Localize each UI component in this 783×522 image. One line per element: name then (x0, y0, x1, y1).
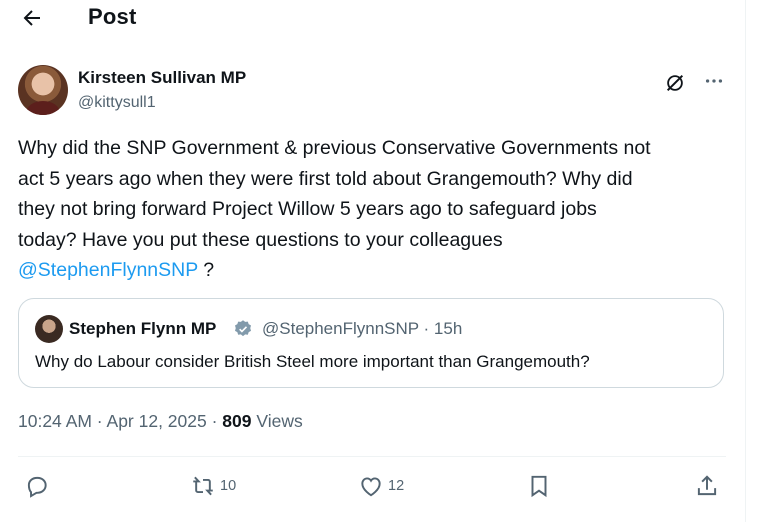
post-text-line: they not bring forward Project Willow 5 … (18, 198, 597, 220)
mention-link[interactable]: @StephenFlynnSNP (18, 259, 198, 281)
quote-author-name[interactable]: Stephen Flynn MP (69, 319, 216, 339)
quote-text: Why do Labour consider British Steel mor… (35, 352, 590, 371)
page-header: Post (0, 0, 745, 36)
retweet-icon (193, 476, 213, 496)
author-name[interactable]: Kirsteen Sullivan MP (78, 68, 246, 88)
post-column: Post Kirsteen Sullivan MP @kittysull1 Wh… (0, 0, 746, 522)
like-button[interactable]: 12 (358, 472, 404, 500)
bookmark-icon (531, 475, 547, 498)
views-label: Views (251, 411, 303, 431)
retweet-button[interactable]: 10 (190, 472, 236, 500)
share-button[interactable] (694, 472, 720, 500)
divider (18, 456, 726, 457)
bookmark-button[interactable] (526, 472, 552, 500)
author-handle[interactable]: @kittysull1 (78, 94, 156, 112)
grok-icon[interactable] (664, 72, 686, 94)
back-arrow-icon[interactable] (20, 6, 44, 30)
verified-badge-icon (235, 320, 251, 337)
like-count: 12 (388, 478, 405, 494)
post-text-line-last: @StephenFlynnSNP ? (18, 255, 733, 286)
avatar[interactable] (18, 65, 68, 115)
quote-avatar[interactable] (35, 315, 63, 343)
timestamp[interactable]: 10:24 AM · Apr 12, 2025 · (18, 411, 222, 431)
post-text-line: act 5 years ago when they were first tol… (18, 167, 633, 190)
post-text-line: today? Have you put these questions to y… (18, 228, 503, 251)
reply-button[interactable] (24, 472, 50, 500)
quote-handle-time: @StephenFlynnSNP · 15h (262, 319, 463, 338)
post-text: Why did the SNP Government & previous Co… (18, 133, 733, 286)
post-text-line: Why did the SNP Government & previous Co… (18, 137, 651, 159)
more-icon[interactable] (703, 70, 725, 92)
page-title: Post (88, 4, 137, 29)
retweet-count: 10 (220, 478, 237, 494)
reply-icon (27, 476, 47, 498)
views-count: 809 (222, 411, 252, 431)
like-icon (361, 477, 381, 497)
quoted-post[interactable]: Stephen Flynn MP @StephenFlynnSNP · 15h … (18, 298, 724, 388)
post-text-tail: ? (197, 259, 215, 281)
share-icon (697, 475, 717, 496)
post-meta: 10:24 AM · Apr 12, 2025 · 809 Views (18, 411, 303, 432)
